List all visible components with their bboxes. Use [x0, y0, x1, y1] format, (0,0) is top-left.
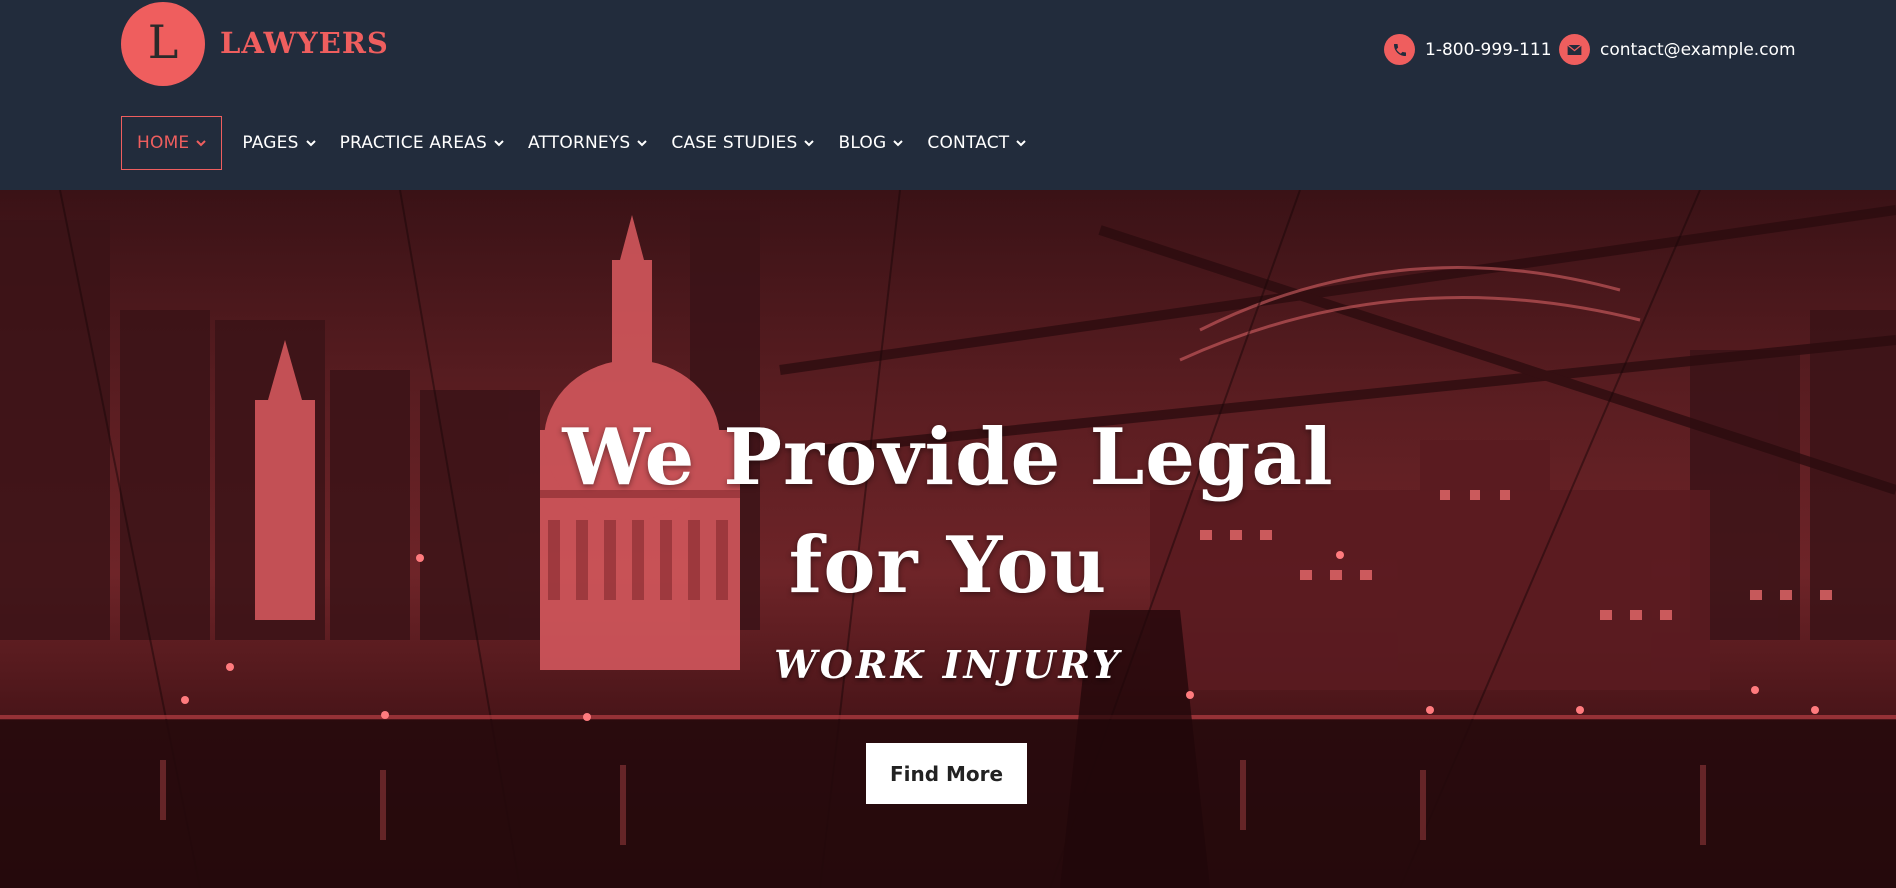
chevron-down-icon	[893, 139, 904, 147]
chevron-down-icon	[1016, 139, 1027, 147]
logo-letter: L	[147, 15, 179, 69]
hero-title-line1: We Provide Legal	[562, 412, 1334, 503]
nav-item-label: BLOG	[838, 133, 887, 153]
hero-slider: We Provide Legal for You WORK INJURY Fin…	[0, 190, 1896, 888]
nav-item-label: PAGES	[242, 133, 299, 153]
chevron-down-icon	[494, 139, 504, 147]
email-address: contact@example.com	[1600, 39, 1796, 60]
nav-item-practice-areas[interactable]: PRACTICE AREAS	[340, 116, 504, 170]
nav-item-home[interactable]: HOME	[121, 116, 223, 170]
phone-icon	[1384, 34, 1415, 65]
logo[interactable]: L LAWYERS	[121, 2, 389, 86]
nav-item-label: CASE STUDIES	[671, 133, 798, 153]
email-contact[interactable]: contact@example.com	[1559, 34, 1796, 65]
nav-item-pages[interactable]: PAGES	[242, 116, 316, 170]
chevron-down-icon	[637, 139, 648, 147]
main-nav: HOME PAGES PRACTICE AREAS ATTORNEYS CASE…	[121, 116, 1050, 170]
nav-item-case-studies[interactable]: CASE STUDIES	[671, 116, 815, 170]
nav-item-label: CONTACT	[927, 133, 1010, 153]
phone-contact[interactable]: 1-800-999-111	[1384, 34, 1552, 65]
nav-item-attorneys[interactable]: ATTORNEYS	[527, 116, 648, 170]
chevron-down-icon	[196, 139, 207, 147]
envelope-icon	[1559, 34, 1590, 65]
hero-subtitle: WORK INJURY	[774, 642, 1122, 687]
hero-title-line2: for You	[788, 520, 1108, 611]
brand-name: LAWYERS	[220, 26, 389, 60]
nav-item-blog[interactable]: BLOG	[838, 116, 904, 170]
nav-item-label: PRACTICE AREAS	[339, 133, 487, 153]
hero-title: We Provide Legal for You	[0, 404, 1896, 620]
logo-badge: L	[121, 2, 205, 86]
phone-number: 1-800-999-111	[1425, 39, 1552, 60]
chevron-down-icon	[804, 139, 815, 147]
nav-item-contact[interactable]: CONTACT	[927, 116, 1027, 170]
find-more-button[interactable]: Find More	[866, 743, 1027, 804]
chevron-down-icon	[305, 139, 316, 147]
nav-item-label: ATTORNEYS	[527, 133, 631, 153]
site-header: L LAWYERS 1-800-999-111 contact@example.…	[0, 0, 1896, 190]
nav-item-label: HOME	[137, 133, 190, 153]
